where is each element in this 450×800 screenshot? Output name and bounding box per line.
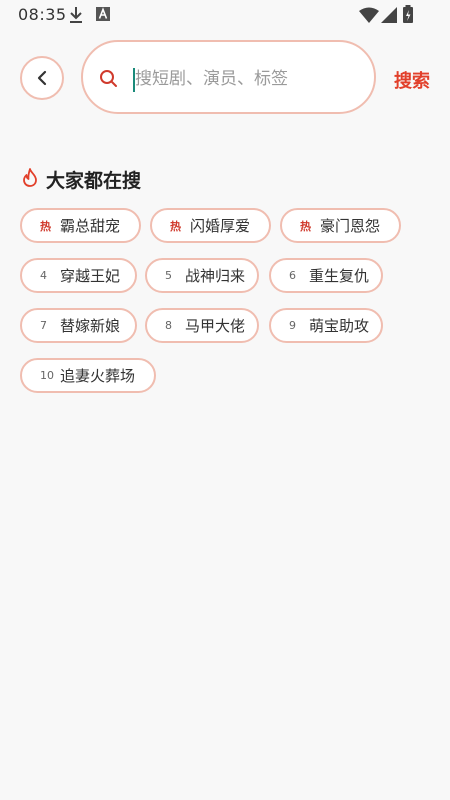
tag-chip[interactable]: 8 马甲大佬 (145, 308, 259, 343)
tag-chip[interactable]: 9 萌宝助攻 (269, 308, 383, 343)
tag-rank: 9 (289, 319, 296, 332)
tag-label: 穿越王妃 (60, 267, 121, 285)
status-bar: 08:35 (0, 0, 450, 30)
tag-label: 霸总甜宠 (60, 217, 121, 235)
download-icon (68, 6, 84, 28)
tag-label: 豪门恩怨 (320, 217, 381, 235)
font-a-icon (96, 6, 110, 26)
search-box[interactable] (81, 40, 376, 114)
status-time: 08:35 (18, 5, 67, 24)
tag-label: 替嫁新娘 (60, 317, 121, 335)
tag-rank: 热 (170, 219, 181, 233)
tag-label: 重生复仇 (309, 267, 370, 285)
tag-chip[interactable]: 热 霸总甜宠 (20, 208, 141, 243)
tag-chip[interactable]: 5 战神归来 (145, 258, 259, 293)
tag-rank: 7 (40, 319, 47, 332)
search-button[interactable]: 搜索 (394, 67, 430, 93)
tag-rank: 热 (40, 219, 51, 233)
search-input[interactable] (135, 62, 355, 96)
tag-rank: 6 (289, 269, 296, 282)
tag-chip[interactable]: 7 替嫁新娘 (20, 308, 137, 343)
wifi-icon (359, 7, 379, 27)
search-icon (99, 69, 118, 92)
tag-label: 战神归来 (185, 267, 246, 285)
tag-chip[interactable]: 10 追妻火葬场 (20, 358, 156, 393)
battery-charging-icon (402, 5, 414, 28)
trending-header: 大家都在搜 (22, 166, 141, 192)
tag-label: 追妻火葬场 (60, 367, 136, 385)
section-title: 大家都在搜 (46, 169, 142, 192)
fire-icon (22, 167, 38, 191)
search-bar: 搜索 (0, 40, 450, 118)
tag-chip[interactable]: 热 豪门恩怨 (280, 208, 401, 243)
tag-chip[interactable]: 热 闪婚厚爱 (150, 208, 271, 243)
tag-rank: 5 (165, 269, 172, 282)
signal-icon (381, 7, 397, 27)
tag-rank: 4 (40, 269, 47, 282)
tag-rank: 10 (40, 369, 54, 382)
chevron-left-icon (37, 70, 47, 86)
back-button[interactable] (20, 56, 64, 100)
tag-label: 闪婚厚爱 (190, 217, 251, 235)
tag-chip[interactable]: 4 穿越王妃 (20, 258, 137, 293)
tag-label: 萌宝助攻 (309, 317, 370, 335)
tag-chip[interactable]: 6 重生复仇 (269, 258, 383, 293)
tag-label: 马甲大佬 (185, 317, 246, 335)
tag-rank: 热 (300, 219, 311, 233)
tag-rank: 8 (165, 319, 172, 332)
